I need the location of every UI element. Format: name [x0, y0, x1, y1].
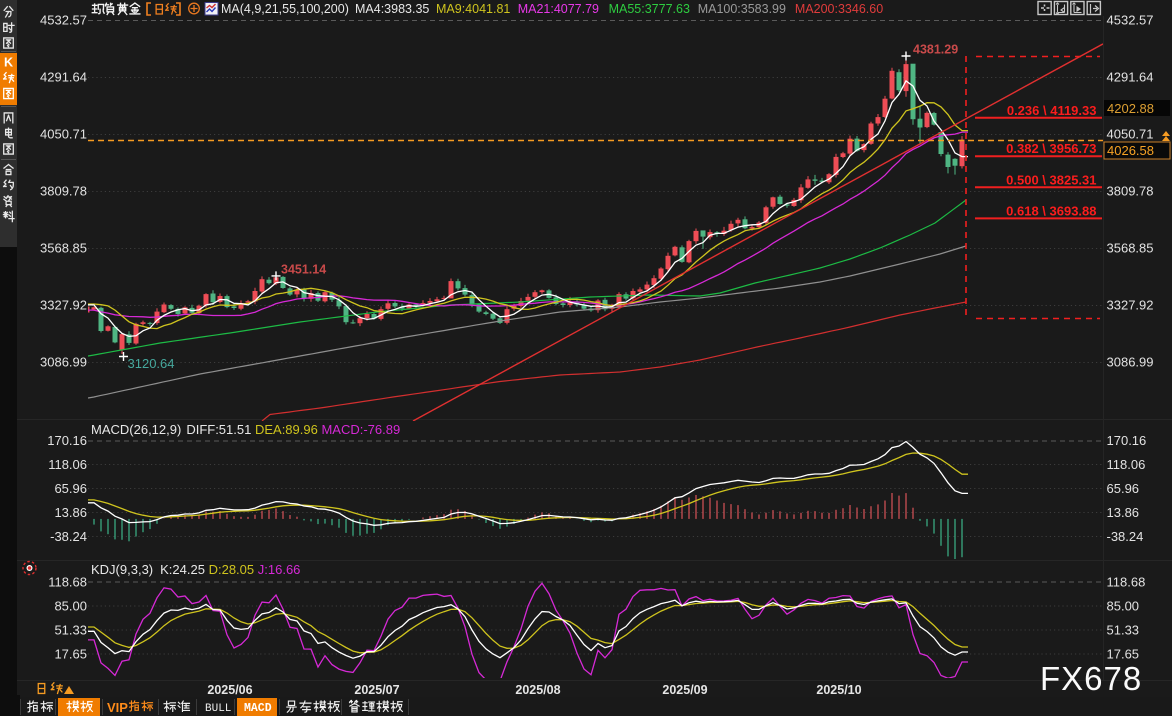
svg-text:3568.85: 3568.85 — [40, 241, 87, 256]
svg-text:MA(4,9,21,55,100,200)MA4:3983.: MA(4,9,21,55,100,200) MA4:3983.35 MA9:4041… — [221, 2, 883, 16]
svg-text:17.65: 17.65 — [54, 647, 87, 662]
svg-text:4050.71: 4050.71 — [40, 127, 87, 142]
svg-text:2025/10: 2025/10 — [816, 683, 861, 697]
svg-text:0.382 \ 3956.73: 0.382 \ 3956.73 — [1006, 141, 1096, 156]
svg-text:FX678: FX678 — [1040, 660, 1142, 697]
svg-text:4026.58: 4026.58 — [1107, 143, 1154, 158]
svg-text:3451.14: 3451.14 — [281, 263, 326, 277]
svg-text:4532.57: 4532.57 — [1107, 13, 1154, 28]
svg-text:VIP: VIP — [107, 700, 128, 715]
svg-text:2025/06: 2025/06 — [207, 683, 252, 697]
svg-text:MACD(26,12,9)DIFF:51.51 DEA:89: MACD(26,12,9) DIFF:51.51 DEA:89.96 MACD:-… — [91, 422, 400, 437]
svg-text:2025/08: 2025/08 — [515, 683, 560, 697]
svg-text:4532.57: 4532.57 — [40, 13, 87, 28]
svg-text:4202.88: 4202.88 — [1107, 101, 1154, 116]
svg-text:3120.64: 3120.64 — [128, 356, 175, 371]
svg-text:4381.29: 4381.29 — [913, 43, 958, 57]
svg-text:170.16: 170.16 — [1107, 433, 1147, 448]
svg-text:3809.78: 3809.78 — [1107, 184, 1154, 199]
svg-text:3809.78: 3809.78 — [40, 184, 87, 199]
svg-text:2025/09: 2025/09 — [662, 683, 707, 697]
svg-text:K: K — [4, 55, 13, 69]
svg-text:BULL: BULL — [205, 703, 231, 715]
svg-text:170.16: 170.16 — [47, 433, 87, 448]
svg-text:13.86: 13.86 — [54, 505, 87, 520]
svg-text:118.68: 118.68 — [1107, 575, 1146, 590]
svg-text:KDJ(9,3,3)K:24.25 D:28.05 J:16: KDJ(9,3,3) K:24.25 D:28.05 J:16.66 — [91, 562, 300, 577]
svg-text:3327.92: 3327.92 — [1107, 298, 1154, 313]
svg-text:118.06: 118.06 — [1107, 457, 1146, 472]
svg-text:0.236 \ 4119.33: 0.236 \ 4119.33 — [1007, 103, 1097, 118]
svg-text:-38.24: -38.24 — [1107, 529, 1144, 544]
svg-text:4050.71: 4050.71 — [1107, 127, 1154, 142]
svg-text:0.618 \ 3693.88: 0.618 \ 3693.88 — [1006, 203, 1096, 218]
svg-text:118.68: 118.68 — [48, 575, 87, 590]
svg-text:118.06: 118.06 — [48, 457, 87, 472]
svg-text:3086.99: 3086.99 — [1107, 355, 1154, 370]
svg-text:85.00: 85.00 — [1107, 599, 1140, 614]
svg-text:3327.92: 3327.92 — [40, 298, 87, 313]
svg-text:-38.24: -38.24 — [50, 529, 87, 544]
svg-text:65.96: 65.96 — [1107, 481, 1140, 496]
svg-text:0.500 \ 3825.31: 0.500 \ 3825.31 — [1006, 172, 1096, 187]
svg-text:51.33: 51.33 — [1107, 623, 1140, 638]
svg-text:65.96: 65.96 — [54, 481, 87, 496]
svg-text:2025/07: 2025/07 — [354, 683, 399, 697]
svg-text:4291.64: 4291.64 — [1107, 70, 1154, 85]
svg-text:4291.64: 4291.64 — [40, 70, 87, 85]
svg-text:51.33: 51.33 — [54, 623, 87, 638]
svg-text:3568.85: 3568.85 — [1107, 241, 1154, 256]
svg-text:MACD: MACD — [244, 702, 272, 715]
svg-text:13.86: 13.86 — [1107, 505, 1140, 520]
svg-text:3086.99: 3086.99 — [40, 355, 87, 370]
svg-text:85.00: 85.00 — [54, 599, 87, 614]
